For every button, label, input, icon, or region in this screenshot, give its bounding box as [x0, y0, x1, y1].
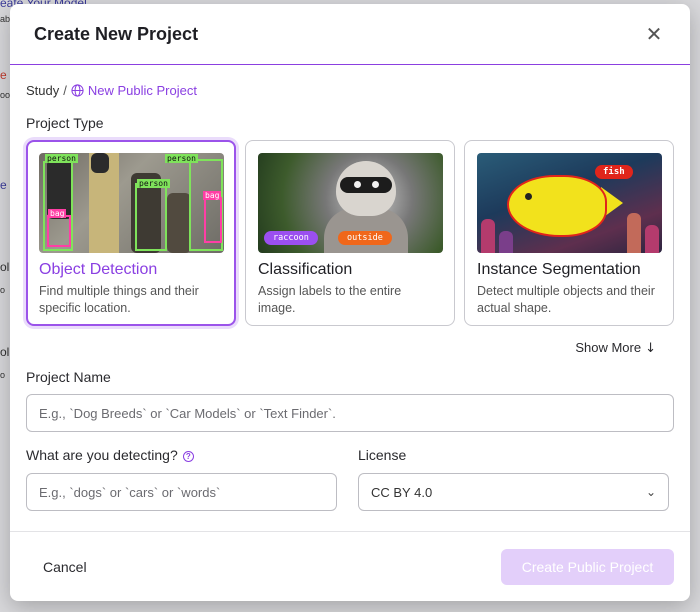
- bg-fragment: oo: [0, 90, 11, 100]
- show-more-label: Show More: [575, 340, 642, 355]
- tag-person: person: [45, 154, 78, 163]
- tag-bag: bag: [48, 209, 67, 218]
- tag-raccoon: raccoon: [264, 231, 318, 245]
- modal-footer: Cancel Create Public Project: [10, 531, 690, 601]
- create-project-modal: Create New Project ✕ Study / New Public …: [10, 4, 690, 601]
- close-button[interactable]: ✕: [642, 22, 666, 46]
- modal-header: Create New Project ✕: [10, 4, 690, 65]
- project-name-group: Project Name: [26, 369, 674, 432]
- license-select[interactable]: CC BY 4.0 ⌄: [358, 473, 669, 511]
- detecting-label-text: What are you detecting?: [26, 447, 178, 463]
- bg-fragment: ab: [0, 14, 11, 24]
- card-description: Assign labels to the entire image.: [258, 284, 402, 315]
- help-icon[interactable]: ?: [182, 450, 194, 462]
- card-description: Find multiple things and their specific …: [39, 284, 199, 315]
- globe-icon: [71, 84, 84, 97]
- close-icon: ✕: [645, 22, 663, 46]
- object-detection-image: person person person bag bag: [39, 153, 224, 253]
- bg-fragment: ol: [0, 345, 10, 359]
- tag-person: person: [165, 154, 198, 163]
- breadcrumb-current-label: New Public Project: [87, 83, 197, 98]
- card-classification[interactable]: raccoon outside Classification Assign la…: [245, 140, 455, 326]
- tag-outside: outside: [338, 231, 392, 245]
- project-type-cards: person person person bag bag Object Dete…: [26, 140, 674, 326]
- project-name-label: Project Name: [26, 369, 111, 385]
- create-public-project-button[interactable]: Create Public Project: [501, 548, 674, 585]
- arrow-down-icon: ↓: [645, 341, 656, 356]
- cancel-button[interactable]: Cancel: [43, 559, 87, 575]
- license-group: License CC BY 4.0 ⌄: [358, 447, 669, 511]
- card-title: Object Detection: [39, 261, 158, 278]
- detect-license-row: What are you detecting?? License CC BY 4…: [26, 447, 674, 511]
- breadcrumb-root[interactable]: Study: [26, 83, 59, 98]
- bg-fragment: e: [0, 68, 7, 82]
- license-value: CC BY 4.0: [371, 484, 433, 500]
- detecting-group: What are you detecting??: [26, 447, 337, 511]
- breadcrumb-current: New Public Project: [71, 83, 197, 98]
- project-name-input[interactable]: [26, 394, 674, 432]
- instance-segmentation-image: fish: [477, 153, 662, 253]
- tag-fish: fish: [595, 165, 633, 179]
- card-description: Detect multiple objects and their actual…: [477, 284, 655, 315]
- bg-fragment: o: [0, 370, 6, 380]
- show-more-button[interactable]: Show More ↓: [26, 340, 674, 356]
- bg-fragment: ol: [0, 260, 10, 274]
- project-type-label: Project Type: [26, 115, 104, 131]
- modal-body: Study / New Public Project Project Type: [10, 83, 690, 511]
- tag-bag: bag: [203, 191, 222, 200]
- license-label: License: [358, 447, 407, 463]
- detecting-input[interactable]: [26, 473, 337, 511]
- card-title: Instance Segmentation: [477, 261, 641, 278]
- tag-person: person: [137, 179, 170, 188]
- breadcrumb: Study / New Public Project: [26, 83, 674, 98]
- modal-title: Create New Project: [34, 23, 199, 44]
- breadcrumb-separator: /: [63, 83, 67, 98]
- card-object-detection[interactable]: person person person bag bag Object Dete…: [26, 140, 236, 326]
- chevron-down-icon: ⌄: [645, 485, 656, 499]
- bg-fragment: e: [0, 178, 7, 192]
- bg-fragment: o: [0, 285, 6, 295]
- classification-image: raccoon outside: [258, 153, 443, 253]
- card-title: Classification: [258, 261, 353, 278]
- detecting-label: What are you detecting??: [26, 447, 337, 463]
- card-instance-segmentation[interactable]: fish Instance Segmentation Detect multip…: [464, 140, 674, 326]
